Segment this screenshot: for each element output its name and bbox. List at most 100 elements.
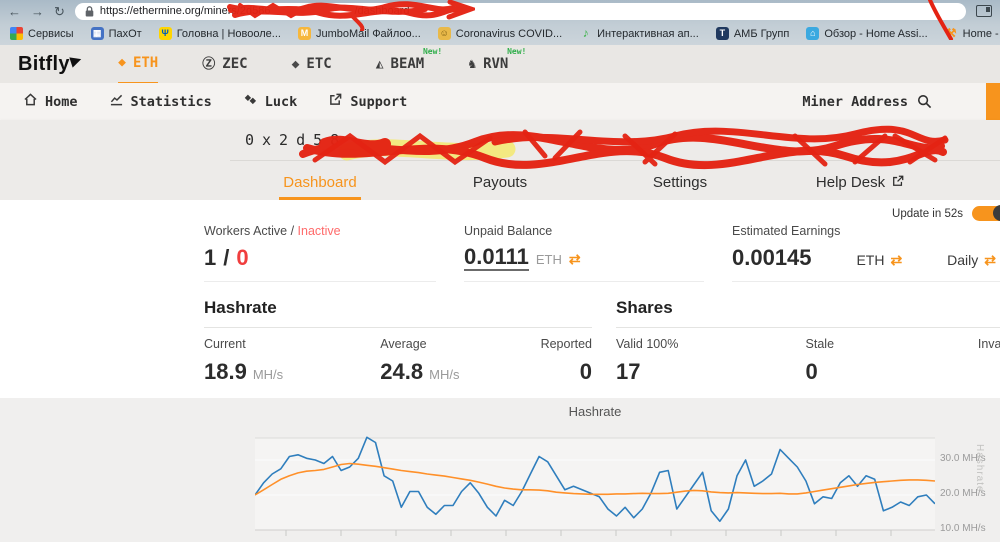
- swap-icon[interactable]: ⇄: [569, 251, 581, 268]
- coin-tab-etc[interactable]: ◆ ETC: [292, 45, 332, 83]
- tab-settings[interactable]: Settings: [590, 162, 770, 200]
- value-unit: MH/s: [252, 367, 284, 382]
- nav-item-home[interactable]: Home: [24, 93, 78, 110]
- bitfly-logo[interactable]: Bitfly ▶: [18, 51, 83, 76]
- bookmark-item[interactable]: ☺ Coronavirus COVID...: [437, 27, 563, 40]
- hashrate-col-current: Current 18.9 MH/s: [204, 337, 380, 385]
- value-number: 0: [579, 359, 592, 384]
- value-number: 24.8: [380, 359, 424, 384]
- column-label: Valid 100%: [616, 337, 679, 351]
- nav-item-label: Support: [350, 93, 408, 110]
- new-badge: New!: [422, 47, 443, 56]
- bookmark-item[interactable]: Сервисы: [10, 27, 74, 40]
- tab-inner: Payouts: [469, 174, 531, 200]
- bookmark-item[interactable]: ♪ Интерактивная ап...: [579, 27, 699, 40]
- shares-columns: Valid 100% 17 Stale 0 Invalid 0: [616, 337, 1000, 385]
- estimated-unit-group[interactable]: ETH ⇄: [856, 252, 902, 269]
- url-row: ← → ↻ https://ethermine.org/miners/2d586…: [0, 0, 1000, 22]
- nav-item-luck[interactable]: Luck: [244, 93, 297, 110]
- swap-icon[interactable]: ⇄: [890, 252, 902, 269]
- update-row: Update in 52s: [892, 205, 1000, 221]
- tab-inner: Settings: [649, 174, 711, 200]
- miner-address[interactable]: 0x2d58: [245, 131, 347, 149]
- estimated-period-group[interactable]: Daily ⇄: [947, 252, 996, 269]
- coin-tabs: ◆ ETH Ⓩ ZEC ◆ ETC ◭ BEAM New! ♞ RVN New!: [118, 44, 526, 85]
- reload-icon[interactable]: ↻: [54, 5, 65, 18]
- new-badge: New!: [507, 47, 527, 56]
- shares-col-valid: Valid 100% 17: [616, 337, 806, 385]
- bookmarks-bar: Сервисы ▦ ПахОт Ψ Головна | Новооле... M Jumbo…: [0, 22, 1000, 45]
- bookmark-item[interactable]: Ψ Головна | Новооле...: [158, 27, 281, 40]
- column-label: Reported: [540, 337, 592, 351]
- bookmark-item[interactable]: Т АМБ Групп: [715, 27, 790, 40]
- bookmark-item[interactable]: ⚒ Home - Ethermine...: [945, 27, 1000, 40]
- estimated-period: Daily: [947, 252, 979, 268]
- apps-favicon-icon: [10, 27, 23, 40]
- column-value: 0: [541, 359, 592, 385]
- beam-coin-icon: ◭: [375, 56, 384, 72]
- shares-col-stale: Stale 0: [806, 337, 978, 385]
- coin-tab-beam[interactable]: ◭ BEAM New!: [375, 45, 443, 83]
- coin-tab-eth[interactable]: ◆ ETH: [118, 44, 159, 85]
- hashrate-chart[interactable]: [255, 423, 935, 542]
- luck-icon: [244, 93, 257, 110]
- workers-inactive-label: Inactive: [297, 224, 341, 238]
- support-icon: [329, 93, 342, 110]
- auto-update-toggle[interactable]: [972, 205, 1000, 221]
- unpaid-value[interactable]: 0.0111: [464, 244, 529, 272]
- hashrate-section-title: Hashrate: [204, 298, 592, 328]
- home-icon: [24, 93, 37, 110]
- bookmark-item[interactable]: M JumboMail Файлоо...: [297, 27, 421, 40]
- bookmark-item[interactable]: ⌂ Обзор - Home Assi...: [806, 27, 928, 40]
- home-favicon-icon: ⌂: [806, 27, 820, 40]
- search-icon[interactable]: [917, 94, 932, 109]
- workers-value: 1 / 0: [204, 245, 436, 271]
- bookmark-label: Coronavirus COVID...: [455, 27, 563, 40]
- value-unit: MH/s: [429, 367, 460, 382]
- hashrate-chart-section: Hashrate 10.0 MH/s 20.0 MH/s 30.0 MH/s Has…: [0, 398, 1000, 542]
- tab-dashboard[interactable]: Dashboard: [230, 162, 410, 200]
- coin-label: ETC: [306, 56, 332, 72]
- tab-label: Help Desk: [815, 174, 886, 191]
- coin-tab-zec[interactable]: Ⓩ ZEC: [202, 45, 247, 83]
- stat-unpaid-balance: Unpaid Balance 0.0111 ETH ⇄: [464, 224, 704, 283]
- square-favicon-icon: ▦: [90, 27, 104, 40]
- main-nav: Home Statistics Luck Support Miner Address: [0, 83, 1000, 120]
- etc-coin-icon: ◆: [291, 56, 300, 72]
- value-number: 18.9: [204, 359, 247, 384]
- send-to-device-icon[interactable]: [976, 5, 992, 17]
- unpaid-unit: ETH: [535, 252, 562, 267]
- unpaid-label: Unpaid Balance: [464, 224, 553, 238]
- stats-row: Workers Active / Inactive 1 / 0 Unpaid B…: [204, 224, 1000, 283]
- coin-tab-rvn[interactable]: ♞ RVN New!: [468, 45, 526, 83]
- chart-y-axis-title: Hashrate: [974, 444, 985, 493]
- forward-icon[interactable]: →: [31, 5, 44, 18]
- estimated-label: Estimated Earnings: [732, 224, 841, 238]
- column-value: 17: [616, 359, 806, 385]
- column-value: 24.8 MH/s: [380, 359, 540, 385]
- eth-coin-icon: ◆: [118, 55, 126, 70]
- swap-icon[interactable]: ⇄: [984, 252, 996, 269]
- url-text-suffix: /dashboard: [354, 5, 410, 17]
- column-label: Stale: [805, 337, 835, 351]
- bookmark-label: АМБ Групп: [733, 27, 790, 40]
- tab-help-desk[interactable]: Help Desk: [770, 162, 950, 200]
- nav-item-statistics[interactable]: Statistics: [110, 93, 212, 110]
- stat-workers: Workers Active / Inactive 1 / 0: [204, 224, 436, 283]
- value-number: 0: [805, 359, 818, 384]
- bookmark-item[interactable]: ▦ ПахОт: [90, 27, 142, 40]
- miner-address-row: 0x2d58: [0, 120, 1000, 160]
- column-value: 0: [806, 359, 978, 385]
- stat-estimated-earnings: Estimated Earnings 0.00145 ETH ⇄ Daily ⇄: [732, 224, 1000, 283]
- chart-title: Hashrate: [568, 404, 622, 419]
- coin-label: ZEC: [222, 56, 248, 72]
- address-bar[interactable]: https://ethermine.org/miners/2d586 /dash…: [74, 2, 966, 20]
- nav-item-support[interactable]: Support: [329, 93, 407, 110]
- back-icon[interactable]: ←: [8, 5, 21, 18]
- sections-row: Hashrate Current 18.9 MH/s Average 24.8 MH/s R…: [204, 298, 1000, 385]
- miner-address-search[interactable]: Miner Address: [802, 94, 932, 110]
- workers-separator: /: [223, 245, 230, 270]
- tab-payouts[interactable]: Payouts: [410, 162, 590, 200]
- url-text: https://ethermine.org/miners/2d586: [99, 5, 271, 17]
- value-number: 17: [616, 359, 641, 384]
